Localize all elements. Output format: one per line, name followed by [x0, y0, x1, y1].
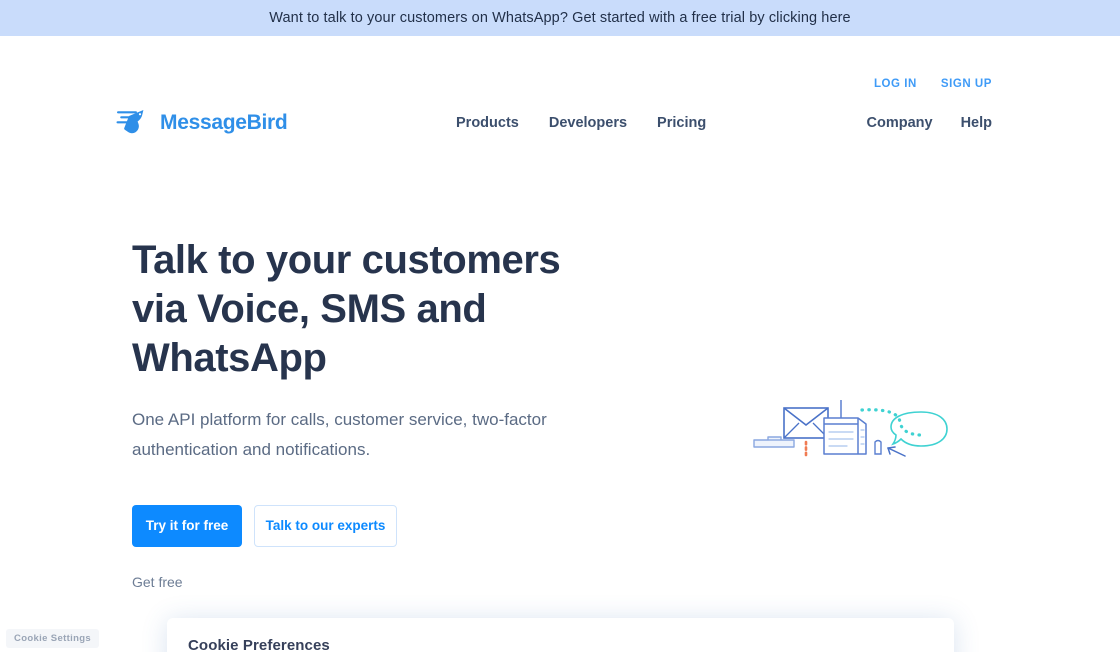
try-it-for-free-button[interactable]: Try it for free [132, 505, 242, 547]
hero-content: Talk to your customers via Voice, SMS an… [132, 236, 602, 589]
hero-illustration [748, 396, 958, 466]
site-header: LOG IN SIGN UP MessageBird Products Deve… [0, 36, 1120, 118]
hero-title-line-2: via Voice, SMS and [132, 287, 486, 331]
cookie-settings-tab[interactable]: Cookie Settings [6, 629, 99, 648]
cookie-preferences-dialog: Cookie Preferences This website uses the… [167, 618, 954, 652]
talk-to-our-experts-button[interactable]: Talk to our experts [254, 505, 397, 547]
hero-section: Talk to your customers via Voice, SMS an… [0, 118, 1120, 652]
auth-links: LOG IN SIGN UP [874, 78, 992, 90]
sign-up-link[interactable]: SIGN UP [941, 78, 992, 90]
hero-title-line-3: WhatsApp [132, 336, 327, 380]
hero-note: Get free [132, 575, 602, 589]
envelope-icon [784, 408, 828, 438]
promo-banner[interactable]: Want to talk to your customers on WhatsA… [0, 0, 1120, 36]
hero-title-line-1: Talk to your customers [132, 238, 560, 282]
promo-banner-text[interactable]: Want to talk to your customers on WhatsA… [269, 10, 850, 26]
speech-bubble-icon [891, 412, 947, 446]
cookie-dialog-title: Cookie Preferences [188, 638, 928, 652]
log-in-link[interactable]: LOG IN [874, 78, 917, 90]
page-title: Talk to your customers via Voice, SMS an… [132, 236, 602, 383]
hero-cta-group: Try it for free Talk to our experts [132, 505, 602, 547]
hero-subtitle: One API platform for calls, customer ser… [132, 405, 564, 464]
